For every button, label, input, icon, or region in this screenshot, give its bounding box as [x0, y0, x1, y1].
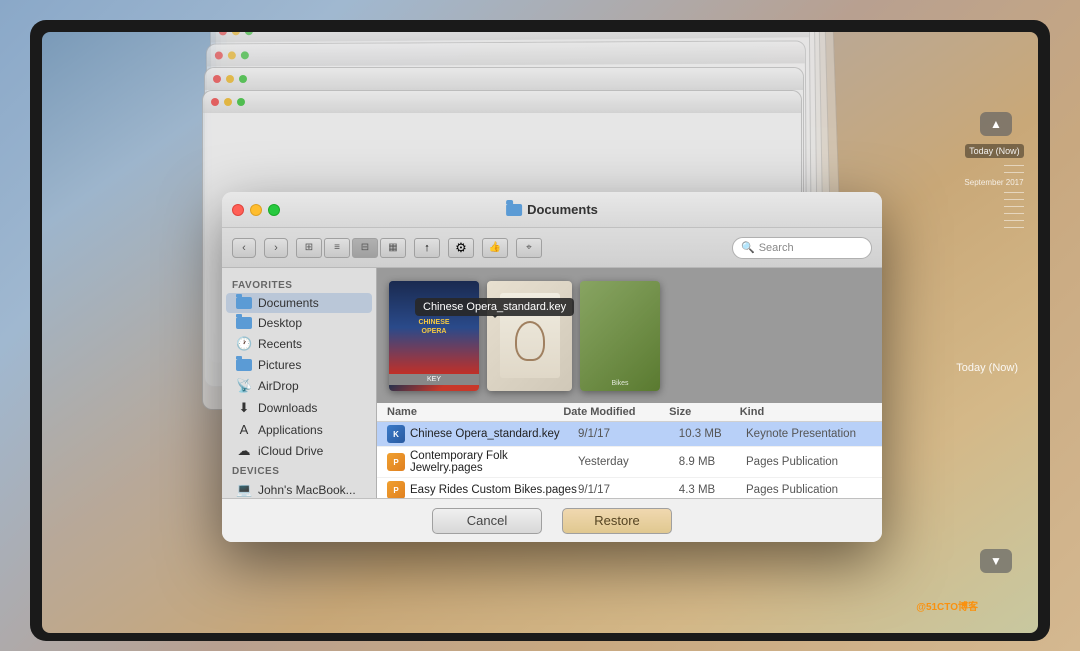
bikes-thumb[interactable]: Bikes [580, 281, 660, 391]
thumbs-up-button[interactable]: 👍 [482, 238, 508, 258]
view-columns-button[interactable]: ⊟ [352, 238, 378, 258]
sidebar-label-recents: Recents [258, 337, 302, 351]
sidebar-label-downloads: Downloads [258, 401, 317, 415]
share-button[interactable]: ↑ [414, 238, 440, 258]
window-title: Documents [506, 202, 598, 217]
file-name: Contemporary Folk Jewelry.pages [410, 450, 578, 474]
chinese-opera-label: KEY [389, 374, 479, 385]
file-date: Yesterday [578, 456, 679, 468]
chinese-opera-thumb[interactable]: CHINESEOPERA KEY [389, 281, 479, 391]
screen-area: ▲ Today (Now) September 2017 ▼ Today (No… [42, 32, 1038, 633]
preview-strip: CHINESEOPERA KEY Chinese Opera_standard.… [377, 268, 882, 403]
file-name: Easy Rides Custom Bikes.pages [410, 484, 578, 496]
file-kind: Pages Publication [746, 456, 872, 468]
file-list: K Chinese Opera_standard.key 9/1/17 10.3… [377, 422, 882, 498]
table-row[interactable]: P Easy Rides Custom Bikes.pages 9/1/17 4… [377, 478, 882, 498]
view-buttons: ⊞ ≡ ⊟ ▦ [296, 238, 406, 258]
recents-icon: 🕐 [236, 336, 252, 352]
col-date-header[interactable]: Date Modified [563, 406, 669, 418]
file-icon-pages: P [387, 453, 405, 471]
finder-window: Documents ‹ › ⊞ ≡ ⊟ ▦ ↑ ⚙ 👍 ⌖ 🔍 [222, 192, 882, 542]
finder-bottom-bar: Cancel Restore [222, 498, 882, 542]
back-button[interactable]: ‹ [232, 238, 256, 258]
table-row[interactable]: K Chinese Opera_standard.key 9/1/17 10.3… [377, 422, 882, 447]
file-size: 10.3 MB [679, 428, 746, 440]
file-icon-pages: P [387, 481, 405, 498]
sidebar-label-applications: Applications [258, 423, 323, 437]
devices-section-title: Devices [222, 462, 376, 479]
sidebar-label-icloud: iCloud Drive [258, 444, 323, 458]
tm-down-button[interactable]: ▼ [980, 549, 1012, 573]
search-box[interactable]: 🔍 Search [732, 237, 872, 259]
cancel-button[interactable]: Cancel [432, 508, 542, 534]
finder-sidebar: Favorites Documents Desktop 🕐 Recents [222, 268, 377, 498]
finder-titlebar: Documents [222, 192, 882, 228]
sidebar-item-pictures[interactable]: Pictures [226, 355, 372, 375]
file-kind: Keynote Presentation [746, 428, 872, 440]
documents-folder-icon [236, 297, 252, 309]
table-row[interactable]: P Contemporary Folk Jewelry.pages Yester… [377, 447, 882, 478]
view-list-button[interactable]: ≡ [324, 238, 350, 258]
forward-button[interactable]: › [264, 238, 288, 258]
icloud-icon: ☁ [236, 443, 252, 459]
view-icon-button[interactable]: ⊞ [296, 238, 322, 258]
file-size: 4.3 MB [679, 484, 746, 496]
sidebar-item-desktop[interactable]: Desktop [226, 313, 372, 333]
watermark: @51CTO博客 [916, 598, 978, 613]
sidebar-item-icloud[interactable]: ☁ iCloud Drive [226, 440, 372, 462]
restore-button[interactable]: Restore [562, 508, 672, 534]
close-button[interactable] [232, 204, 244, 216]
file-date: 9/1/17 [578, 484, 679, 496]
column-headers: Name Date Modified Size Kind [377, 403, 882, 422]
jewelry-thumb[interactable] [487, 281, 572, 391]
sidebar-item-airdrop[interactable]: 📡 AirDrop [226, 375, 372, 397]
time-machine-slider: ▲ Today (Now) September 2017 ▼ [966, 112, 1026, 573]
desktop-folder-icon [236, 317, 252, 329]
tm-up-button[interactable]: ▲ [980, 112, 1012, 136]
tm-date-label: September 2017 [964, 178, 1023, 187]
favorites-section-title: Favorites [222, 276, 376, 293]
sidebar-label-desktop: Desktop [258, 316, 302, 330]
sidebar-item-macbook[interactable]: 💻 John's MacBook... [226, 479, 372, 498]
sidebar-item-documents[interactable]: Documents [226, 293, 372, 313]
tm-timeline: Today (Now) September 2017 [964, 144, 1027, 541]
finder-toolbar: ‹ › ⊞ ≡ ⊟ ▦ ↑ ⚙ 👍 ⌖ 🔍 Search [222, 228, 882, 268]
view-cover-button[interactable]: ▦ [380, 238, 406, 258]
gear-button[interactable]: ⚙ [448, 238, 474, 258]
col-name-header[interactable]: Name [387, 406, 563, 418]
finder-content: Favorites Documents Desktop 🕐 Recents [222, 268, 882, 498]
airdrop-icon: 📡 [236, 378, 252, 394]
sidebar-label-macbook: John's MacBook... [258, 483, 356, 497]
sidebar-label-pictures: Pictures [258, 358, 301, 372]
sidebar-label-documents: Documents [258, 296, 319, 310]
search-icon: 🔍 [741, 241, 755, 254]
tm-today-label: Today (Now) [965, 144, 1024, 158]
folder-icon [506, 204, 522, 216]
macbook-icon: 💻 [236, 482, 252, 498]
pictures-folder-icon [236, 359, 252, 371]
col-kind-header[interactable]: Kind [740, 406, 872, 418]
maximize-button[interactable] [268, 204, 280, 216]
file-kind: Pages Publication [746, 484, 872, 496]
sidebar-item-applications[interactable]: A Applications [226, 419, 372, 440]
downloads-icon: ⬇ [236, 400, 252, 416]
finder-files: CHINESEOPERA KEY Chinese Opera_standard.… [377, 268, 882, 498]
search-placeholder: Search [759, 242, 794, 254]
file-name: Chinese Opera_standard.key [410, 428, 578, 440]
sidebar-item-recents[interactable]: 🕐 Recents [226, 333, 372, 355]
sidebar-label-airdrop: AirDrop [258, 379, 299, 393]
file-icon-key: K [387, 425, 405, 443]
laptop-frame: ▲ Today (Now) September 2017 ▼ Today (No… [30, 20, 1050, 641]
minimize-button[interactable] [250, 204, 262, 216]
col-size-header[interactable]: Size [669, 406, 740, 418]
sidebar-item-downloads[interactable]: ⬇ Downloads [226, 397, 372, 419]
link-button[interactable]: ⌖ [516, 238, 542, 258]
file-date: 9/1/17 [578, 428, 679, 440]
applications-icon: A [236, 422, 252, 437]
file-size: 8.9 MB [679, 456, 746, 468]
